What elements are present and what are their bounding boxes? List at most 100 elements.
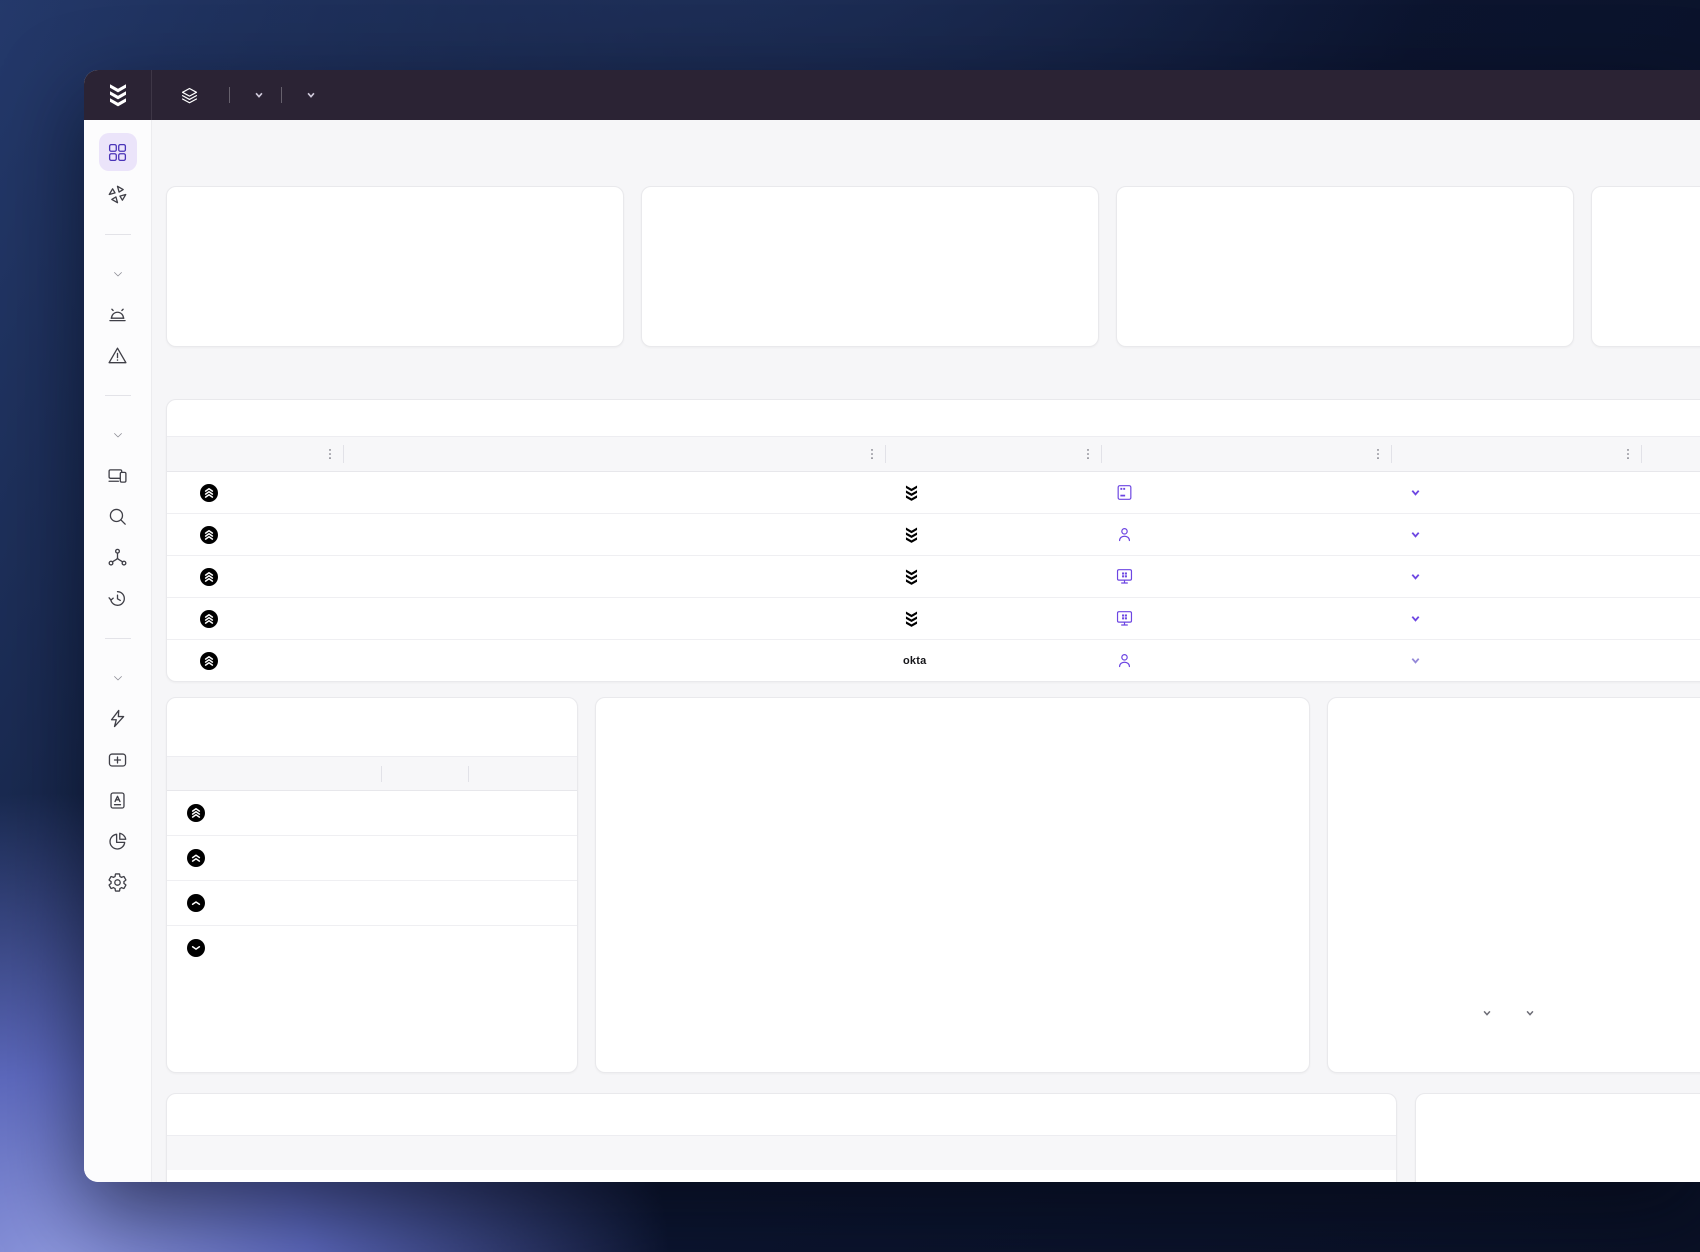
column-menu-icon[interactable] — [1081, 447, 1095, 461]
table-row — [167, 791, 577, 836]
app-window: okta — [84, 70, 1700, 1182]
sidebar-item-credentials[interactable] — [99, 780, 137, 821]
column-header-subcategory — [1155, 1136, 1396, 1170]
sidebar-divider — [84, 215, 151, 253]
scope-selector-bar — [152, 70, 316, 120]
sidebar-item-history[interactable] — [99, 578, 137, 619]
sidebar-item-risks[interactable] — [99, 335, 137, 376]
sidebar-item-alerts[interactable] — [99, 294, 137, 335]
sentinelone-vendor-icon — [905, 527, 918, 543]
reported-date — [1642, 598, 1700, 639]
column-menu-icon[interactable] — [323, 447, 337, 461]
user-icon — [1118, 528, 1131, 542]
account-selector[interactable] — [247, 90, 264, 100]
column-header-alert-name — [344, 437, 886, 471]
classification-donut-chart[interactable] — [596, 722, 1309, 1072]
table-row — [167, 556, 1700, 598]
user-icon — [1118, 654, 1131, 668]
critical-severity-icon — [200, 483, 218, 502]
donut-label-unknown — [982, 1006, 987, 1021]
legend-item — [1461, 1008, 1492, 1018]
column-header-reported — [1642, 437, 1700, 471]
column-menu-icon[interactable] — [865, 447, 879, 461]
column-header-risk-factors — [848, 1136, 1000, 1170]
table-header — [167, 1135, 1396, 1170]
network-graph-icon — [108, 548, 127, 566]
donut-label-info-stealer — [841, 840, 846, 855]
reported-date — [1642, 640, 1700, 681]
chevron-down-icon[interactable] — [1410, 571, 1421, 582]
sidebar-divider — [84, 619, 151, 657]
singularity-icon — [108, 185, 127, 204]
alerts-by-severity-card — [166, 697, 578, 1073]
top-bar — [84, 70, 1700, 120]
column-menu-icon[interactable] — [1371, 447, 1385, 461]
reported-date — [1642, 472, 1700, 513]
critical-severity-icon — [200, 525, 218, 544]
donut-label-other — [901, 754, 906, 769]
sidebar-item-search[interactable] — [99, 496, 137, 537]
legend-swatch — [1504, 1009, 1513, 1018]
sidebar-item-reports[interactable] — [99, 821, 137, 862]
sidebar-item-dashboards[interactable] — [98, 133, 137, 171]
legend-item — [1504, 1008, 1535, 1018]
table-row — [167, 598, 1700, 640]
critical-severity-icon — [200, 651, 218, 670]
column-header-asset-name — [195, 1136, 685, 1170]
sidebar-item-automation[interactable] — [99, 698, 137, 739]
chart-legend — [1461, 1008, 1562, 1018]
column-header-alert-count — [382, 757, 469, 790]
sidebar-item-graph[interactable] — [99, 537, 137, 578]
chevron-down-icon[interactable] — [1410, 655, 1421, 666]
column-header-vendor — [886, 437, 1102, 471]
chevron-down-icon[interactable] — [1410, 529, 1421, 540]
kpi-critical-high-alerts — [166, 186, 624, 347]
sidebar-item-add[interactable] — [99, 739, 137, 780]
chevron-down-icon[interactable] — [1525, 1008, 1535, 1018]
column-menu-icon[interactable] — [1621, 447, 1635, 461]
table-row — [167, 472, 1700, 514]
legend-swatch — [1461, 1009, 1470, 1018]
page-header — [166, 120, 1700, 186]
okta-logo: okta — [903, 654, 927, 667]
donut-label-malware — [1054, 794, 1059, 809]
agents-requiring-attention-card — [1415, 1093, 1700, 1182]
sentinelone-logo-icon — [109, 84, 126, 107]
column-header-alert-severity — [167, 437, 344, 471]
critical-severity-icon — [200, 609, 218, 628]
reported-date — [1642, 514, 1700, 555]
column-header-target-asset — [1102, 437, 1392, 471]
settings-gear-icon — [108, 873, 127, 892]
sidebar-item-assets[interactable] — [99, 455, 137, 496]
sentinelone-logo[interactable] — [84, 70, 152, 120]
critical-severity-icon — [200, 567, 218, 586]
chevron-down-icon — [113, 271, 122, 276]
search-icon — [109, 508, 126, 525]
column-header-category — [1000, 1136, 1155, 1170]
site-selector[interactable] — [299, 90, 316, 100]
server-icon — [1117, 485, 1132, 500]
alerts-trend-line-chart[interactable] — [1438, 798, 1700, 1013]
high-value-assets-card — [166, 1093, 1397, 1182]
chevron-down-icon — [113, 432, 122, 437]
lightning-icon — [110, 709, 125, 728]
chevron-down-icon[interactable] — [1410, 487, 1421, 498]
kpi-assets-missing-coverage — [1116, 186, 1574, 347]
sidebar-item-settings[interactable] — [99, 862, 137, 903]
chevron-down-icon[interactable] — [1410, 613, 1421, 624]
warning-triangle-icon — [108, 347, 127, 364]
sidebar-item-singularity[interactable] — [99, 174, 137, 215]
top-5-alerts-card: okta — [166, 399, 1700, 682]
critical-high-alerts-chart-card — [1327, 697, 1700, 1073]
sidebar-group-collapse[interactable] — [99, 414, 137, 455]
chevron-down-icon — [307, 92, 315, 98]
column-header-assigned-to — [1392, 437, 1642, 471]
kpi-unassigned-alerts — [641, 186, 1099, 347]
table-header — [167, 436, 1700, 472]
table-row — [167, 836, 577, 881]
donut-label-ransomware — [861, 958, 866, 973]
chevron-down-icon — [255, 92, 263, 98]
chevron-down-icon[interactable] — [1482, 1008, 1492, 1018]
sidebar-group-collapse[interactable] — [99, 657, 137, 698]
sidebar-group-collapse[interactable] — [99, 253, 137, 294]
